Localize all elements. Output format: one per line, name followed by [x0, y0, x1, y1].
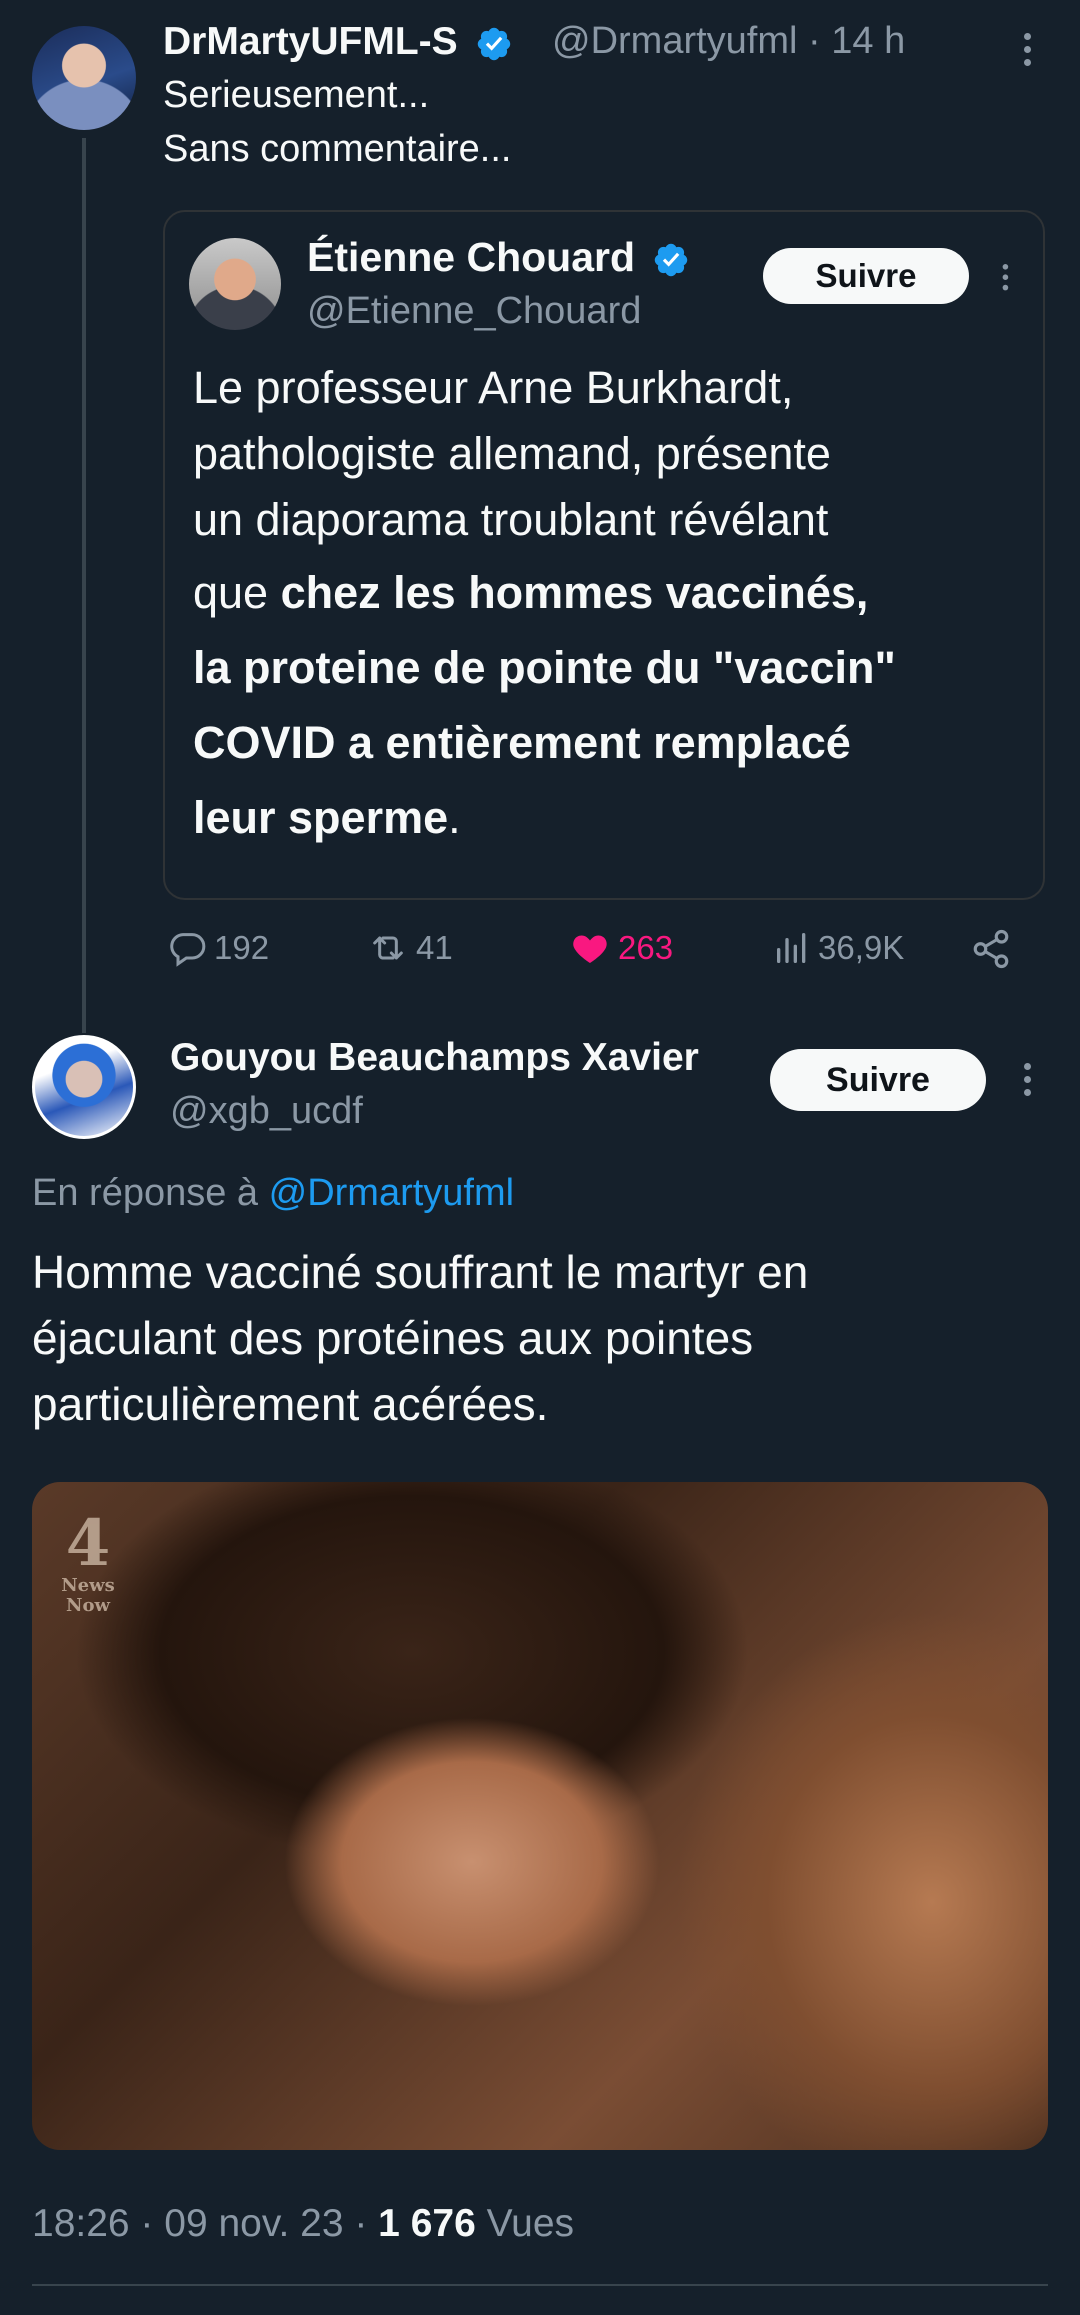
- quote-text-line: Le professeur Arne Burkhardt,: [193, 362, 794, 413]
- views-action[interactable]: 36,9K: [772, 928, 904, 968]
- quote-text-line: que chez les hommes vaccinés,: [193, 567, 868, 619]
- avatar-drmarty[interactable]: [32, 26, 136, 130]
- retweet-icon: [373, 936, 403, 960]
- tweet1-author-name[interactable]: DrMartyUFML-S: [163, 20, 513, 64]
- quote-text-line: un diaporama troublant révélant: [193, 494, 829, 545]
- quote-text-bold: la proteine de pointe du "vaccin": [193, 642, 896, 693]
- views-count: 36,9K: [818, 929, 905, 966]
- quote-text-part: que: [193, 567, 281, 618]
- tweet2-timestamp[interactable]: 18:26 · 09 nov. 23 ·: [32, 2202, 378, 2245]
- tweet1-more-icon[interactable]: [1022, 33, 1032, 72]
- tweet1-name-text[interactable]: DrMartyUFML-S: [163, 20, 458, 63]
- retweet-count: 41: [416, 929, 453, 966]
- tweet2-author-name[interactable]: Gouyou Beauchamps Xavier: [170, 1036, 699, 1080]
- quote-author-name[interactable]: Étienne Chouard: [307, 234, 690, 281]
- media-channel-logo: 4 News Now: [48, 1512, 128, 1616]
- quote-follow-button[interactable]: Suivre: [763, 248, 969, 304]
- tweet2-text-line: particulièrement acérées.: [32, 1378, 549, 1430]
- quote-text-bold: leur sperme: [193, 792, 449, 843]
- avatar-gouyou[interactable]: [32, 1035, 136, 1139]
- reply-context: En réponse à @Drmartyufml: [32, 1172, 514, 1215]
- quote-text-line: COVID a entièrement remplacé: [193, 717, 851, 769]
- quote-name-text[interactable]: Étienne Chouard: [307, 234, 635, 280]
- verified-badge-icon: [477, 27, 510, 60]
- heart-icon: [573, 935, 607, 963]
- divider: [32, 2284, 1048, 2286]
- like-action[interactable]: 263: [568, 928, 673, 968]
- verified-badge-icon: [655, 243, 688, 277]
- reply-action[interactable]: 192: [168, 928, 269, 968]
- reply-count: 192: [214, 929, 270, 966]
- tweet2-media-image[interactable]: 4 News Now: [32, 1482, 1048, 2150]
- tweet2-handle[interactable]: @xgb_ucdf: [170, 1090, 363, 1133]
- quote-text-part: .: [448, 792, 461, 843]
- reply-prefix: En réponse à: [32, 1172, 259, 1214]
- views-chart-icon: [777, 933, 806, 963]
- tweet1-handle-time[interactable]: @Drmartyufml · 14 h: [552, 20, 905, 63]
- tweet2-views-count: 1 676: [378, 2202, 476, 2245]
- quote-text-line: leur sperme.: [193, 792, 461, 844]
- quoted-tweet-card[interactable]: Étienne Chouard @Etienne_Chouard Suivre …: [163, 210, 1045, 900]
- tweet2-follow-button[interactable]: Suivre: [770, 1049, 986, 1111]
- thread-line: [82, 138, 86, 1033]
- quote-text-bold: chez les hommes vaccinés,: [280, 567, 869, 618]
- reply-handle-link[interactable]: @Drmartyufml: [269, 1172, 514, 1214]
- quote-more-icon[interactable]: [1001, 264, 1009, 295]
- like-count: 263: [618, 929, 674, 966]
- logo-number: 4: [65, 1506, 111, 1581]
- tweet1-time[interactable]: · 14 h: [808, 20, 905, 62]
- tweet2-text-line: éjaculant des protéines aux pointes: [32, 1312, 754, 1364]
- quote-handle[interactable]: @Etienne_Chouard: [307, 290, 641, 333]
- tweet2-views-label: Vues: [475, 2202, 575, 2245]
- tweet2-text-line: Homme vacciné souffrant le martyr en: [32, 1246, 809, 1298]
- retweet-action[interactable]: 41: [366, 928, 453, 968]
- tweet1-text-line: Sans commentaire...: [163, 128, 512, 170]
- share-action[interactable]: [970, 928, 1018, 970]
- tweet1-text-line: Serieusement...: [163, 74, 430, 116]
- quote-text-line: la proteine de pointe du "vaccin": [193, 642, 896, 694]
- logo-text: News Now: [61, 1575, 115, 1616]
- tweet1-handle[interactable]: @Drmartyufml: [552, 20, 797, 62]
- quote-text-line: pathologiste allemand, présente: [193, 428, 831, 479]
- avatar-etienne[interactable]: [189, 238, 281, 330]
- share-icon: [973, 929, 1009, 969]
- tweet2-more-icon[interactable]: [1022, 1063, 1032, 1102]
- reply-icon: [170, 933, 206, 967]
- quote-text-bold: COVID a entièrement remplacé: [193, 717, 851, 768]
- tweet2-meta: 18:26 · 09 nov. 23 · 1 676 Vues: [32, 2202, 574, 2246]
